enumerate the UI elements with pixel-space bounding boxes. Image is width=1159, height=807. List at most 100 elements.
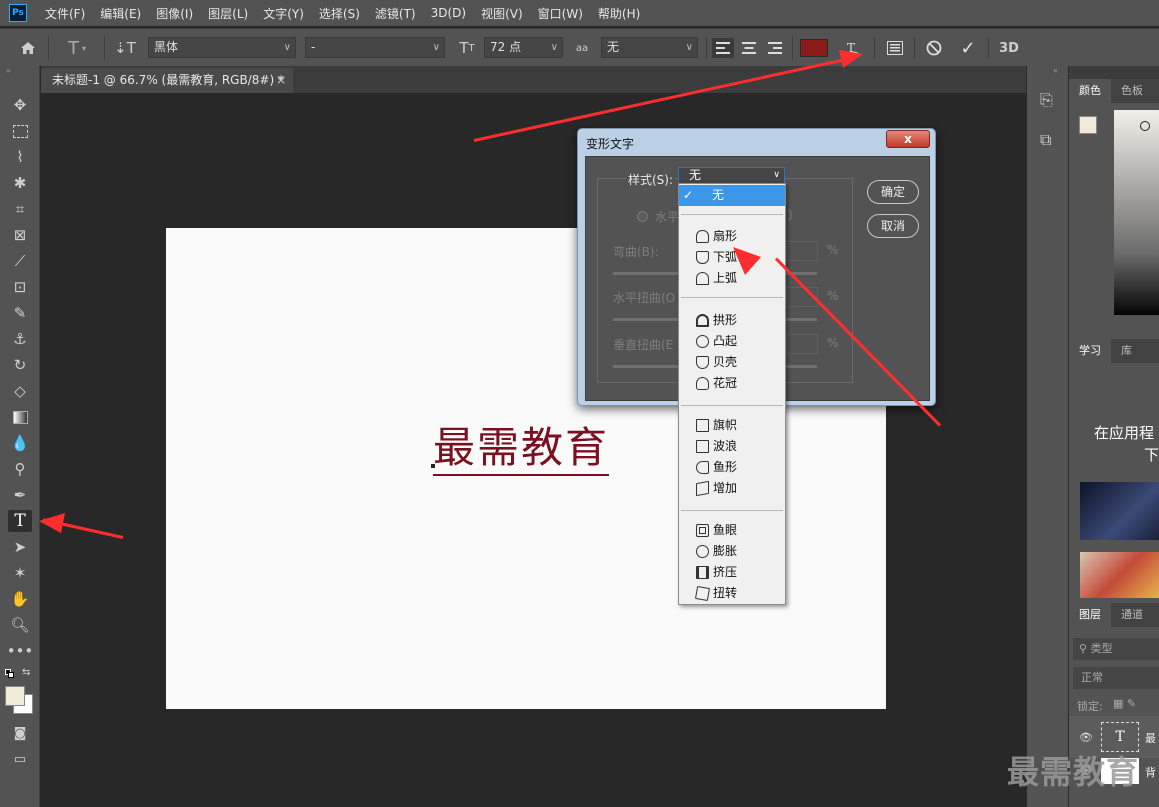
arc-upper-icon	[696, 272, 709, 285]
brush-tool-icon[interactable]: ✎	[8, 302, 32, 324]
healing-brush-tool-icon[interactable]: ⊡	[8, 276, 32, 298]
tab-swatches[interactable]: 色板	[1111, 79, 1153, 103]
style-option-arch[interactable]: 拱形	[679, 310, 785, 331]
align-right-icon[interactable]	[764, 38, 786, 58]
menu-layer[interactable]: 图层(L)	[208, 5, 248, 22]
layer-name[interactable]: 背	[1145, 764, 1156, 780]
default-colors-icon[interactable]	[5, 669, 15, 679]
menu-type[interactable]: 文字(Y)	[263, 5, 304, 22]
cancel-edit-icon[interactable]	[923, 38, 945, 58]
tab-library[interactable]: 库	[1111, 339, 1142, 363]
style-option-flower[interactable]: 花冠	[679, 373, 785, 394]
menu-3d[interactable]: 3D(D)	[431, 6, 466, 20]
align-left-icon[interactable]	[712, 38, 734, 58]
pen-tool-icon[interactable]: ✒	[8, 484, 32, 506]
lock-icons[interactable]: ▦ ✎	[1113, 697, 1136, 710]
style-option-bulge[interactable]: 凸起	[679, 331, 785, 352]
style-option-wave[interactable]: 波浪	[679, 436, 785, 457]
collapse-arrows-icon[interactable]: »	[6, 66, 11, 75]
vertical-distortion-input[interactable]	[786, 334, 818, 354]
bend-input[interactable]	[786, 241, 818, 261]
type-tool-preset-icon[interactable]: T ▾	[60, 38, 94, 59]
magic-wand-tool-icon[interactable]: ✱	[8, 172, 32, 194]
foreground-color-swatch[interactable]	[5, 686, 25, 706]
history-panel-icon[interactable]: ⎘	[1040, 90, 1053, 110]
cancel-button[interactable]: 取消	[867, 214, 919, 238]
type-tool-icon[interactable]: T	[8, 510, 32, 532]
toggle-text-orientation-icon[interactable]: ⇣T	[114, 38, 136, 58]
text-color-swatch[interactable]	[799, 38, 829, 58]
style-select[interactable]: 无 ∨	[678, 167, 785, 184]
style-option-flag[interactable]: 旗帜	[679, 415, 785, 436]
style-option-shell[interactable]: 贝壳	[679, 352, 785, 373]
foreground-color-swatch[interactable]	[1079, 116, 1097, 134]
layer-name[interactable]: 最	[1145, 730, 1156, 746]
align-center-icon[interactable]	[738, 38, 760, 58]
eyedropper-tool-icon[interactable]: ⟋	[8, 250, 32, 272]
menu-image[interactable]: 图像(I)	[156, 5, 193, 22]
collapse-arrows-icon[interactable]: «	[1053, 66, 1058, 75]
color-picker-field[interactable]	[1114, 110, 1159, 315]
more-tools-icon[interactable]: •••	[7, 640, 34, 662]
clone-stamp-tool-icon[interactable]: ⚓	[8, 328, 32, 350]
blend-mode-select[interactable]: 正常	[1073, 667, 1159, 689]
antialias-select[interactable]: 无 ∨	[601, 37, 698, 58]
blur-tool-icon[interactable]: 💧	[8, 432, 32, 454]
menu-view[interactable]: 视图(V)	[481, 5, 523, 22]
commit-edit-icon[interactable]: ✓	[957, 38, 979, 59]
menu-window[interactable]: 窗口(W)	[538, 5, 583, 22]
font-family-select[interactable]: 黑体 ∨	[148, 37, 296, 58]
font-style-select[interactable]: - ∨	[305, 37, 445, 58]
tutorial-thumbnail[interactable]	[1080, 552, 1159, 598]
custom-shape-tool-icon[interactable]: ✶	[8, 562, 32, 584]
frame-tool-icon[interactable]: ⊠	[8, 224, 32, 246]
close-tab-icon[interactable]: ×	[276, 68, 286, 93]
history-brush-tool-icon[interactable]: ↻	[8, 354, 32, 376]
ok-button[interactable]: 确定	[867, 180, 919, 204]
tab-layers[interactable]: 图层	[1069, 603, 1111, 627]
style-option-none[interactable]: ✓ 无	[679, 185, 785, 206]
layer-kind-filter[interactable]: ⚲ 类型	[1073, 638, 1159, 660]
style-option-squeeze[interactable]: 挤压	[679, 562, 785, 583]
lasso-tool-icon[interactable]: ⌇	[8, 146, 32, 168]
font-size-select[interactable]: 72 点 ∨	[484, 37, 563, 58]
tab-channels[interactable]: 通道	[1111, 603, 1153, 627]
eye-icon[interactable]: 👁︎	[1079, 731, 1093, 744]
marquee-tool-icon[interactable]	[8, 120, 32, 142]
menu-filter[interactable]: 滤镜(T)	[375, 5, 416, 22]
zoom-tool-icon[interactable]: 🔍︎	[8, 614, 32, 636]
style-option-arc[interactable]: 扇形	[679, 226, 785, 247]
crop-tool-icon[interactable]: ⌗	[8, 198, 32, 220]
menu-file[interactable]: 文件(F)	[45, 5, 85, 22]
menu-select[interactable]: 选择(S)	[319, 5, 360, 22]
3d-button[interactable]: 3D	[997, 38, 1021, 58]
tab-learn[interactable]: 学习	[1069, 339, 1111, 363]
tutorial-thumbnail[interactable]	[1080, 482, 1159, 540]
eraser-tool-icon[interactable]: ◇	[8, 380, 32, 402]
hand-tool-icon[interactable]: ✋	[8, 588, 32, 610]
character-panel-icon[interactable]	[884, 38, 906, 58]
path-selection-tool-icon[interactable]: ➤	[8, 536, 32, 558]
dodge-tool-icon[interactable]: ⚲	[8, 458, 32, 480]
3d-panel-icon[interactable]: ⧉	[1040, 130, 1051, 150]
style-option-inflate[interactable]: 膨胀	[679, 541, 785, 562]
canvas-text-layer[interactable]: 最需教育	[433, 422, 610, 476]
style-option-fish[interactable]: 鱼形	[679, 457, 785, 478]
horizontal-radio[interactable]	[637, 211, 648, 222]
screen-mode-icon[interactable]: ▭	[8, 748, 32, 770]
document-tab[interactable]: 未标题-1 @ 66.7% (最需教育, RGB/8#) * ×	[41, 68, 293, 93]
style-option-fisheye[interactable]: 鱼眼	[679, 520, 785, 541]
home-icon[interactable]	[18, 38, 38, 58]
quick-mask-icon[interactable]: ◙	[8, 722, 32, 744]
gradient-tool-icon[interactable]	[8, 406, 32, 428]
color-picker-handle[interactable]	[1140, 121, 1150, 131]
move-tool-icon[interactable]: ✥	[8, 94, 32, 116]
style-option-rise[interactable]: 增加	[679, 478, 785, 499]
swap-colors-icon[interactable]: ⇆	[22, 667, 30, 678]
menu-edit[interactable]: 编辑(E)	[100, 5, 141, 22]
close-icon[interactable]: x	[886, 130, 930, 148]
horizontal-distortion-label: 水平扭曲(O	[613, 291, 676, 305]
tab-color[interactable]: 颜色	[1069, 79, 1111, 103]
style-option-twist[interactable]: 扭转	[679, 583, 785, 604]
menu-help[interactable]: 帮助(H)	[598, 5, 640, 22]
